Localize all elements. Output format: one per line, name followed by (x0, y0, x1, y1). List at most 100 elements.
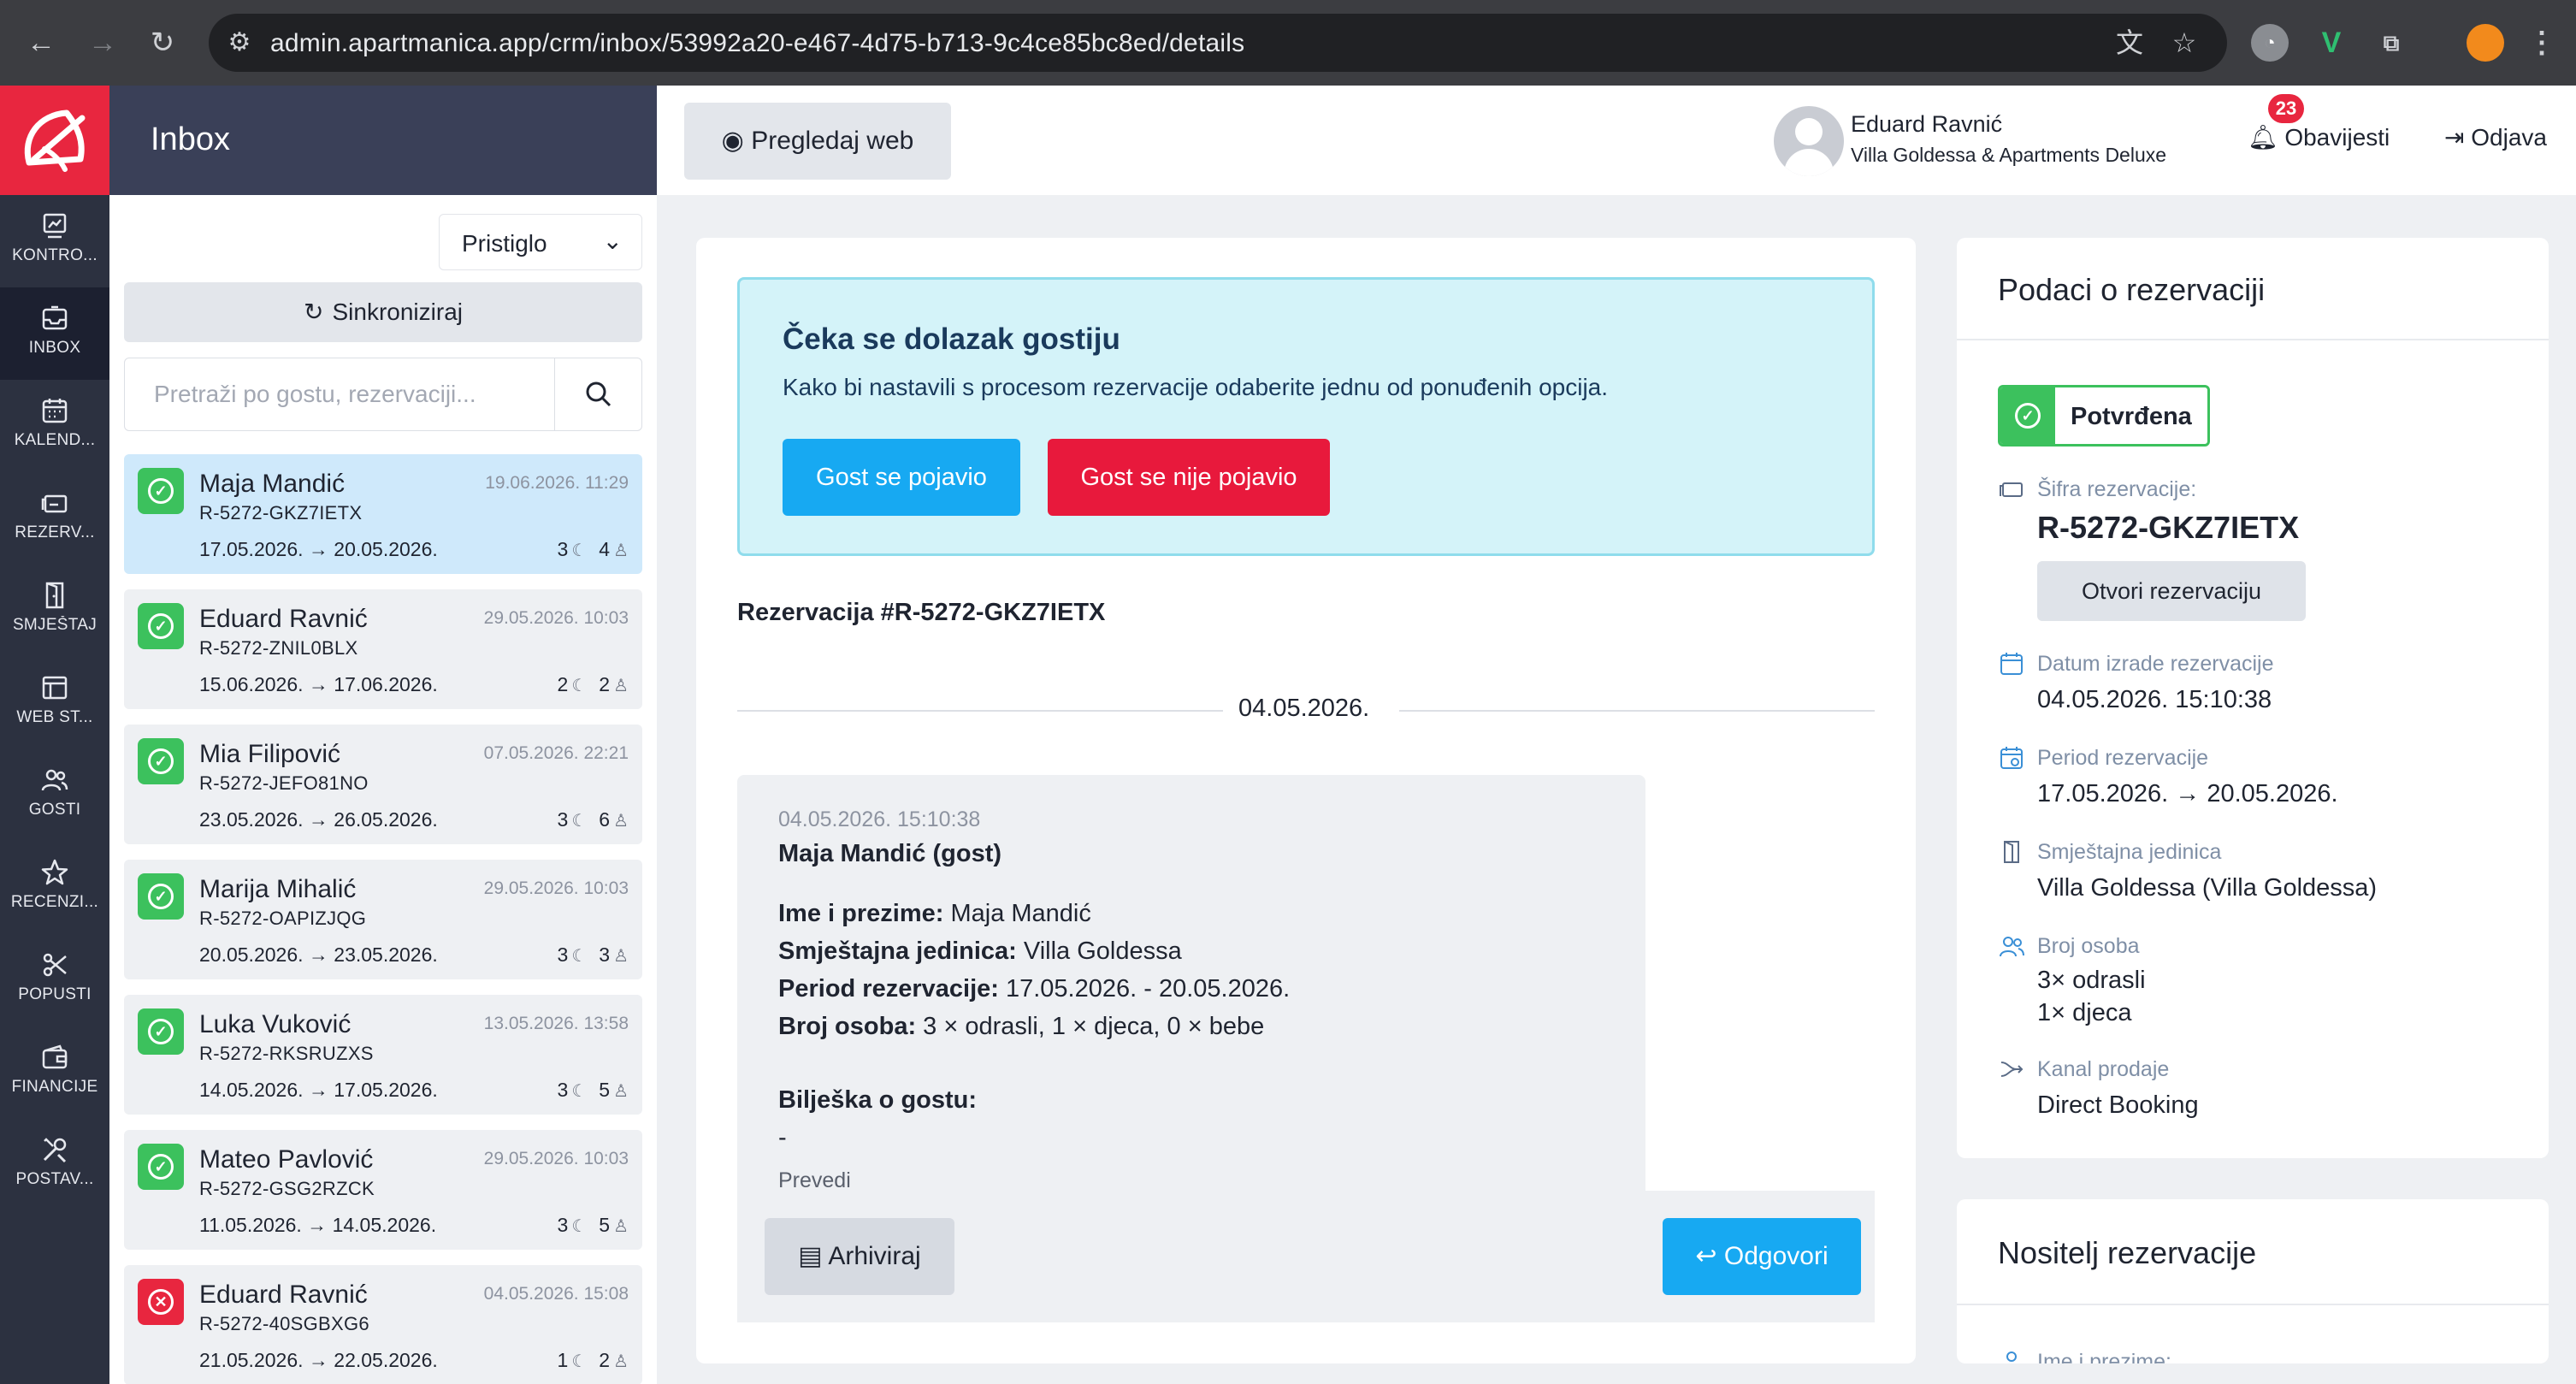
nav-label: FINANCIJE (11, 1078, 98, 1096)
guest-arrived-button[interactable]: Gost se pojavio (783, 439, 1020, 516)
stay-meta: 3 ☾ 4 ♙ (558, 538, 629, 561)
notifications-button[interactable]: 🔔︎ Obavijesti (2248, 123, 2390, 151)
nav-label: KALEND... (14, 431, 96, 449)
field-label: Smještajna jedinica: (778, 937, 1017, 965)
moon-icon: ☾ (571, 1082, 588, 1101)
conversation-item[interactable]: ✕ Eduard Ravnić 04.05.2026. 15:08 R-5272… (124, 1265, 642, 1384)
conversation-item[interactable]: ✓ Marija Mihalić 29.05.2026. 10:03 R-527… (124, 860, 642, 979)
nav-label: SMJEŠTAJ (12, 616, 97, 634)
top-bar: ◉ Pregledaj web Eduard Ravnić Villa Gold… (657, 86, 2576, 195)
reservation-code: R-5272-ZNIL0BLX (199, 637, 358, 659)
nav-finance[interactable]: FINANCIJE (0, 1026, 109, 1119)
message-date: 29.05.2026. 10:03 (483, 608, 629, 628)
nav-reviews[interactable]: RECENZI... (0, 842, 109, 934)
notifications-label: Obavijesti (2284, 124, 2390, 151)
extension-v-icon[interactable]: V (2313, 24, 2350, 62)
confirmed-status-icon: ✓ (138, 738, 184, 784)
sync-button[interactable]: ↻ Sinkroniziraj (124, 282, 642, 342)
nav-reservations[interactable]: REZERV... (0, 472, 109, 565)
translate-link[interactable]: Prevedi (778, 1168, 851, 1193)
reservation-code: R-5272-OAPIZJQG (199, 908, 367, 929)
moon-icon: ☾ (571, 541, 588, 560)
nav-guests[interactable]: GOSTI (0, 749, 109, 842)
field-value: Villa Goldessa (1016, 937, 1182, 965)
avatar[interactable] (1774, 106, 1844, 176)
profile-avatar-icon[interactable] (2467, 24, 2504, 62)
conversation-item[interactable]: ✓ Maja Mandić 19.06.2026. 11:29 R-5272-G… (124, 454, 642, 574)
unit-label: Smještajna jedinica (2037, 840, 2222, 864)
apartmanica-logo[interactable] (0, 86, 109, 195)
reply-button[interactable]: ↩ Odgovori (1663, 1218, 1861, 1295)
message-date: 29.05.2026. 10:03 (483, 1149, 629, 1168)
divider (737, 710, 1223, 712)
confirmed-status-icon: ✓ (138, 873, 184, 920)
extension-mask-icon[interactable]: ◔ (2251, 24, 2289, 62)
reload-icon[interactable]: ↻ (142, 22, 183, 63)
period-label: Period rezervacije (2037, 746, 2209, 770)
search-input[interactable] (125, 358, 556, 430)
nights-count: 3 (557, 808, 569, 831)
nav-calendar[interactable]: KALEND... (0, 380, 109, 472)
stay-meta: 2 ☾ 2 ♙ (558, 673, 629, 696)
conversation-item[interactable]: ✓ Luka Vuković 13.05.2026. 13:58 R-5272-… (124, 995, 642, 1115)
guests-count: 6 (599, 808, 611, 831)
message-actions: ▤ Arhiviraj ↩ Odgovori (737, 1191, 1875, 1322)
code-label: Šifra rezervacije: (2037, 477, 2197, 501)
message-field: Smještajna jedinica: Villa Goldessa (778, 937, 1182, 966)
panel-header: Nositelj rezervacije (1957, 1199, 2549, 1305)
conversation-item[interactable]: ✓ Mia Filipović 07.05.2026. 22:21 R-5272… (124, 725, 642, 844)
logout-button[interactable]: ⇥ Odjava (2444, 123, 2547, 151)
inbox-filter-select[interactable]: Pristiglo ⌄ (439, 214, 642, 270)
nav-dashboard[interactable]: KONTRO... (0, 195, 109, 287)
person-icon: ♙ (613, 1217, 629, 1236)
nav-web[interactable]: WEB ST... (0, 657, 109, 749)
confirmed-status-icon: ✓ (138, 468, 184, 514)
search-button[interactable] (554, 358, 641, 430)
extensions-puzzle-icon[interactable]: ⧉ (2372, 24, 2410, 62)
url-text[interactable]: admin.apartmanica.app/crm/inbox/53992a20… (270, 29, 1244, 58)
site-settings-icon[interactable]: ⚙ (222, 26, 257, 60)
menu-kebab-icon[interactable]: ⋮ (2523, 24, 2561, 62)
open-reservation-button[interactable]: Otvori rezervaciju (2037, 561, 2306, 621)
children-value: 1× djeca (2037, 999, 2132, 1026)
nav-accommodation[interactable]: SMJEŠTAJ (0, 565, 109, 657)
conversation-item[interactable]: ✓ Eduard Ravnić 29.05.2026. 10:03 R-5272… (124, 589, 642, 709)
nav-discounts[interactable]: POPUSTI (0, 934, 109, 1026)
forward-arrow-icon[interactable]: → (82, 22, 123, 63)
main-sidebar: KONTRO... INBOX KALEND... REZERV... SMJE… (0, 86, 109, 1384)
field-value: 3 × odrasli, 1 × djeca, 0 × bebe (916, 1013, 1265, 1040)
guest-name: Eduard Ravnić (199, 605, 368, 633)
nav-label: WEB ST... (16, 708, 93, 726)
message-field: Ime i prezime: Maja Mandić (778, 900, 1091, 928)
channel-value: Direct Booking (2037, 1091, 2199, 1119)
address-bar[interactable]: ⚙ admin.apartmanica.app/crm/inbox/53992a… (209, 14, 2227, 72)
bookmark-star-icon[interactable]: ☆ (2167, 26, 2201, 60)
nav-inbox[interactable]: INBOX (0, 287, 109, 380)
nav-settings[interactable]: POSTAV... (0, 1119, 109, 1211)
preview-web-button[interactable]: ◉ Pregledaj web (684, 103, 951, 180)
confirmed-status-icon: ✓ (138, 1008, 184, 1055)
property-name: Villa Goldessa & Apartments Deluxe (1851, 144, 2167, 166)
divider-date: 04.05.2026. (1238, 695, 1370, 722)
back-arrow-icon[interactable]: ← (21, 22, 62, 63)
translate-icon[interactable]: 文 (2112, 26, 2147, 60)
guests-count: 5 (599, 1214, 611, 1236)
archive-label: Arhiviraj (828, 1242, 921, 1270)
rejected-status-icon: ✕ (138, 1279, 184, 1325)
ticket-icon (2000, 482, 2023, 497)
archive-button[interactable]: ▤ Arhiviraj (765, 1218, 954, 1295)
status-text: Potvrđena (2071, 403, 2192, 430)
guest-no-show-button[interactable]: Gost se nije pojavio (1048, 439, 1330, 516)
conversation-item[interactable]: ✓ Mateo Pavlović 29.05.2026. 10:03 R-527… (124, 1130, 642, 1250)
confirmed-status-icon: ✓ (138, 1144, 184, 1190)
guest-name: Luka Vuković (199, 1010, 352, 1038)
note-label-text: Bilješka o gostu: (778, 1086, 978, 1114)
panel-title: Podaci o rezervaciji (1998, 272, 2266, 307)
wallet-icon (42, 1044, 68, 1069)
web-icon (42, 676, 68, 700)
guests-count: 3 (599, 943, 611, 966)
preview-web-label: Pregledaj web (751, 127, 914, 155)
stay-period: 14.05.2026. → 17.05.2026. (199, 1079, 438, 1101)
dashboard-icon (43, 213, 67, 239)
umbrella-logo-icon (24, 109, 86, 172)
